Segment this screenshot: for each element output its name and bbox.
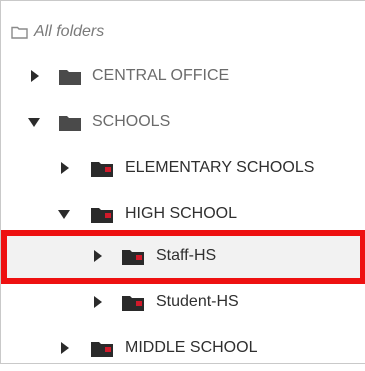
locked-folder-icon (91, 208, 113, 223)
tree-item-central-office[interactable]: CENTRAL OFFICE (1, 53, 365, 99)
caret-right-icon[interactable] (92, 295, 104, 309)
all-folders-header[interactable]: All folders (11, 21, 104, 43)
caret-right-icon[interactable] (59, 161, 71, 175)
all-folders-label: All folders (34, 23, 105, 40)
caret-down-icon[interactable] (28, 115, 40, 129)
tree-item-schools[interactable]: SCHOOLS (1, 99, 365, 145)
folder-tree-panel: All folders CENTRAL OFFICE SCHOOLS ELEME… (0, 0, 365, 364)
folder-icon (59, 116, 81, 131)
tree-item-label: MIDDLE SCHOOL (125, 339, 258, 356)
tree-item-middle-school[interactable]: MIDDLE SCHOOL (1, 325, 365, 371)
caret-right-icon[interactable] (92, 249, 104, 263)
folder-icon (59, 70, 81, 85)
tree-item-label: Staff-HS (156, 247, 217, 264)
tree-item-label: CENTRAL OFFICE (92, 67, 230, 84)
locked-folder-icon (122, 250, 144, 265)
tree-item-student-hs[interactable]: Student-HS (1, 279, 365, 325)
tree-item-elementary-schools[interactable]: ELEMENTARY SCHOOLS (1, 145, 365, 191)
tree-item-staff-hs[interactable]: Staff-HS (1, 230, 365, 284)
caret-down-icon[interactable] (58, 207, 70, 221)
tree-item-label: HIGH SCHOOL (125, 205, 238, 222)
locked-folder-icon (91, 162, 113, 177)
locked-folder-icon (91, 342, 113, 357)
folder-outline-icon (11, 26, 28, 39)
tree-item-label: ELEMENTARY SCHOOLS (125, 159, 315, 176)
tree-item-label: Student-HS (156, 293, 239, 310)
caret-right-icon[interactable] (59, 341, 71, 355)
locked-folder-icon (122, 296, 144, 311)
tree-item-label: SCHOOLS (92, 113, 171, 130)
caret-right-icon[interactable] (29, 69, 41, 83)
